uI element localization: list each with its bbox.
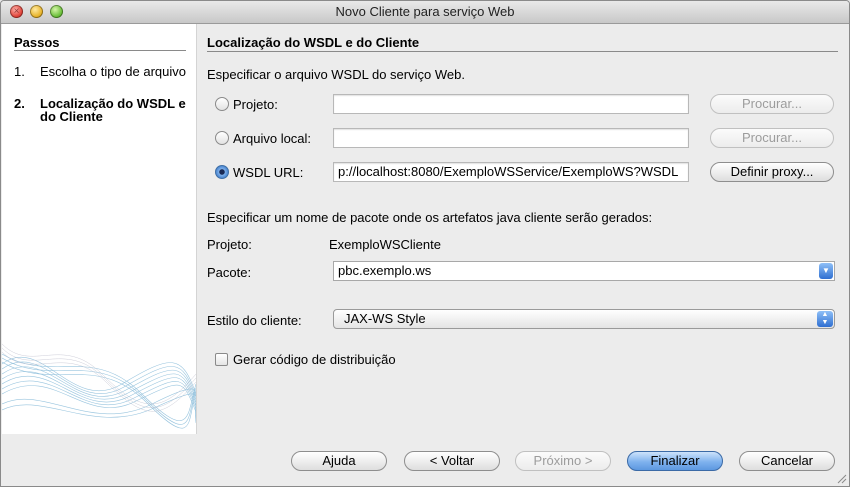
project-label: Projeto: [207,237,252,252]
package-prompt: Especificar um nome de pacote onde os ar… [207,210,653,225]
section-title: Localização do WSDL e do Cliente [207,35,420,50]
radio-wsdl-url-label: WSDL URL: [233,165,304,180]
define-proxy-button[interactable]: Definir proxy... [710,162,834,182]
main-panel: Localização do WSDL e do Cliente Especif… [207,24,843,434]
chevron-down-icon[interactable]: ▼ [819,263,833,279]
close-icon: × [13,6,20,17]
steps-divider [14,50,186,51]
help-button[interactable]: Ajuda [291,451,387,471]
local-file-field[interactable] [333,128,689,148]
wave-decoration-icon [2,343,196,429]
updown-arrows-icon: ▲ ▼ [817,311,833,327]
radio-arquivo-local[interactable] [215,131,229,145]
back-button[interactable]: < Voltar [404,451,500,471]
radio-projeto-label: Projeto: [233,97,278,112]
window-title: Novo Cliente para serviço Web [335,4,515,19]
zoom-window-button[interactable] [50,5,63,18]
steps-panel: Passos 1. Escolha o tipo de arquivo 2. L… [2,24,197,434]
dispatch-code-label: Gerar código de distribuição [233,352,396,367]
wsdl-prompt: Especificar o arquivo WSDL do serviço We… [207,67,465,82]
package-label: Pacote: [207,265,252,280]
project-path-field[interactable] [333,94,689,114]
client-style-label: Estilo do cliente: [207,313,302,328]
client-style-value: JAX-WS Style [344,311,426,326]
cancel-button[interactable]: Cancelar [739,451,835,471]
package-value: pbc.exemplo.ws [338,263,432,278]
step-number: 1. [14,64,25,79]
radio-arquivo-local-label: Arquivo local: [233,131,312,146]
radio-wsdl-url[interactable] [215,165,229,179]
radio-projeto[interactable] [215,97,229,111]
title-bar: × Novo Cliente para serviço Web [1,1,849,24]
minimize-window-button[interactable] [30,5,43,18]
wsdl-url-field[interactable]: p://localhost:8080/ExemploWSService/Exem… [333,162,689,182]
resize-grip-icon[interactable] [835,472,847,484]
step-label: Localização do WSDL e do Cliente [40,96,186,124]
steps-title: Passos [14,35,60,50]
browse-local-file-button[interactable]: Procurar... [710,128,834,148]
close-window-button[interactable]: × [10,5,23,18]
project-value: ExemploWSCliente [329,237,441,252]
section-divider [207,51,838,52]
finish-button[interactable]: Finalizar [627,451,723,471]
client-style-select[interactable]: JAX-WS Style ▲ ▼ [333,309,835,329]
step-label: Escolha o tipo de arquivo [40,64,186,79]
next-button[interactable]: Próximo > [515,451,611,471]
package-combobox[interactable]: pbc.exemplo.ws ▼ [333,261,835,281]
step-number: 2. [14,96,25,111]
dialog-window: × Novo Cliente para serviço Web Passos 1… [0,0,850,487]
dispatch-code-checkbox[interactable] [215,353,228,366]
browse-project-button[interactable]: Procurar... [710,94,834,114]
